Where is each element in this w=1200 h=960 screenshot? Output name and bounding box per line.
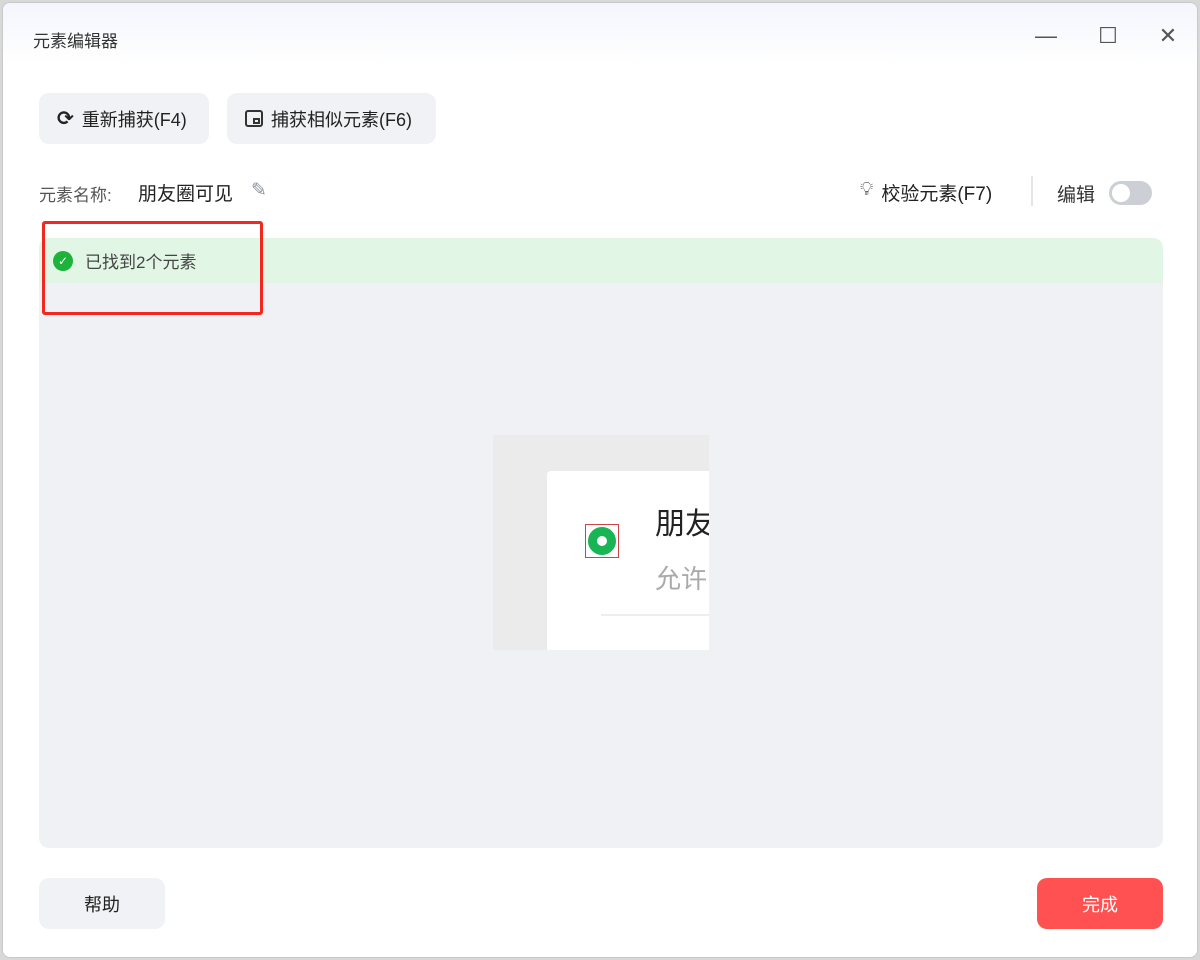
capture-similar-label: 捕获相似元素(F6) — [271, 109, 412, 130]
minimize-icon[interactable]: — — [1031, 21, 1061, 51]
edit-label: 编辑 — [1057, 185, 1096, 206]
preview-divider — [601, 614, 709, 616]
preview-title: 朋友 — [655, 508, 709, 541]
target-element-highlight — [585, 524, 619, 558]
preview-panel: ✓ 已找到2个元素 朋友 允许 — [39, 238, 1163, 848]
recapture-label: 重新捕获(F4) — [81, 109, 187, 130]
validate-label: 校验元素(F7) — [881, 184, 993, 205]
help-button[interactable]: 帮助 — [39, 878, 165, 929]
radio-icon — [588, 527, 616, 555]
validate-element-button[interactable]: 💡︎ 校验元素(F7) — [860, 179, 992, 206]
lightbulb-icon: 💡︎ — [860, 179, 874, 200]
element-name-label: 元素名称: — [39, 186, 112, 205]
preview-subtitle: 允许 — [655, 564, 708, 594]
capture-similar-icon — [245, 110, 263, 127]
capture-similar-button[interactable]: 捕获相似元素(F6) — [227, 93, 436, 144]
element-name-value: 朋友圈可见 — [138, 184, 234, 205]
preview-card: 朋友 允许 — [547, 471, 709, 650]
close-icon[interactable]: ✕ — [1153, 21, 1183, 51]
recapture-button[interactable]: ⟳ 重新捕获(F4) — [39, 93, 209, 144]
element-preview-image: 朋友 允许 — [493, 435, 709, 650]
edit-pencil-icon[interactable]: ✎ — [251, 179, 267, 202]
title-bar: 元素编辑器 — ☐ ✕ — [3, 3, 1197, 65]
divider — [1031, 176, 1033, 206]
annotation-highlight-box — [42, 221, 263, 315]
maximize-icon[interactable]: ☐ — [1093, 21, 1123, 51]
edit-toggle[interactable] — [1109, 181, 1152, 205]
window-title: 元素编辑器 — [33, 32, 118, 51]
recapture-icon: ⟳ — [57, 108, 74, 130]
done-button[interactable]: 完成 — [1037, 878, 1163, 929]
element-editor-window: 元素编辑器 — ☐ ✕ ⟳ 重新捕获(F4) 捕获相似元素(F6) 元素名称: … — [2, 2, 1198, 958]
